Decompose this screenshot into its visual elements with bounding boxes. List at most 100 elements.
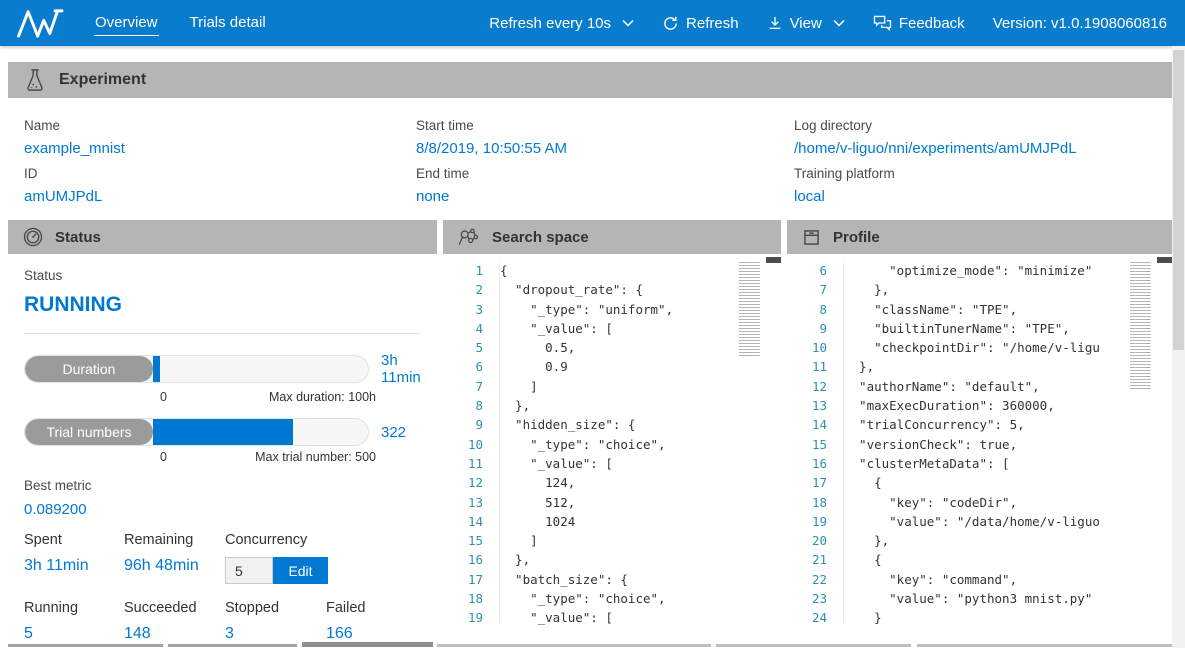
stat-stopped: Stopped 3 [225, 600, 326, 643]
line-number: 22 [787, 570, 827, 589]
bottom-strip-segment [917, 644, 1172, 647]
line-text: "value": "/data/home/v-liguo [827, 512, 1100, 531]
experiment-title: Experiment [59, 71, 146, 89]
editor-scrollbar-thumb[interactable] [766, 257, 781, 263]
line-number: 19 [787, 512, 827, 531]
line-text: { [827, 473, 882, 492]
best-metric-label: Best metric [24, 478, 421, 493]
profile-editor[interactable]: 6 "optimize_mode": "minimize"7 },8 "clas… [787, 254, 1172, 643]
status-panel-body: Status RUNNING Duration 3h 11min 0 Max d… [8, 254, 437, 643]
line-text: "authorName": "default", [827, 377, 1040, 396]
chevron-down-icon [833, 19, 845, 27]
page-scrollbar-thumb[interactable] [1173, 50, 1184, 350]
line-number: 20 [787, 531, 827, 550]
tab-trials-detail[interactable]: Trials detail [189, 10, 267, 36]
duration-axis-min: 0 [160, 390, 167, 404]
duration-value: 3h 11min [381, 352, 421, 386]
line-text: }, [483, 550, 530, 569]
line-text: "_type": "uniform", [483, 300, 673, 319]
duration-bar-label: Duration [25, 356, 153, 382]
code-line: 11 }, [787, 357, 1172, 376]
code-line: 9 "builtinTunerName": "TPE", [787, 319, 1172, 338]
line-text: "value": "python3 mnist.py" [827, 589, 1092, 608]
trial-numbers-bar-fill [153, 419, 293, 445]
search-space-panel-header: Search space [443, 220, 781, 254]
line-number: 7 [443, 377, 483, 396]
line-text: 1024 [483, 512, 575, 531]
code-line: 17 "batch_size": { [443, 570, 781, 589]
stat-label: Succeeded [124, 600, 225, 616]
experiment-fields: Name example_mnist ID amUMJPdL Start tim… [8, 108, 1172, 214]
status-panel-title: Status [55, 229, 101, 246]
line-number: 8 [787, 300, 827, 319]
line-text: "checkpointDir": "/home/v-ligu [827, 338, 1100, 357]
line-text: { [483, 261, 508, 280]
line-text: } [827, 608, 882, 627]
line-number: 18 [787, 493, 827, 512]
field-value: 8/8/2019, 10:50:55 AM [416, 140, 794, 157]
editor-scrollbar-thumb[interactable] [1157, 257, 1172, 263]
panels-row: Status Status RUNNING Duration 3h 11min … [8, 220, 1172, 643]
bottom-strip-segment [302, 642, 433, 647]
edit-button[interactable]: Edit [273, 557, 328, 584]
code-line: 22 "key": "command", [787, 570, 1172, 589]
profile-panel-body: 6 "optimize_mode": "minimize"7 },8 "clas… [787, 254, 1172, 643]
trial-counts-row: Running 5 Succeeded 148 Stopped 3 Failed… [24, 600, 421, 643]
status-panel-header: Status [8, 220, 437, 254]
code-line: 15 ] [443, 531, 781, 550]
page-scrollbar[interactable] [1172, 46, 1185, 648]
line-number: 1 [443, 261, 483, 280]
code-line: 6 "optimize_mode": "minimize" [787, 261, 1172, 280]
line-number: 13 [443, 493, 483, 512]
trial-axis-max: Max trial number: 500 [255, 450, 376, 464]
trial-numbers-value: 322 [381, 424, 406, 441]
stat-value: 3 [225, 625, 326, 643]
line-number: 21 [787, 550, 827, 569]
refresh-interval-dropdown[interactable]: Refresh every 10s [489, 15, 634, 32]
status-panel: Status Status RUNNING Duration 3h 11min … [8, 220, 437, 643]
profile-panel: Profile 6 "optimize_mode": "minimize"7 }… [787, 220, 1172, 643]
line-number: 10 [443, 435, 483, 454]
line-number: 6 [443, 357, 483, 376]
top-navbar: Overview Trials detail Refresh every 10s… [0, 0, 1185, 46]
minimap[interactable] [739, 262, 765, 358]
field-start-time: Start time 8/8/2019, 10:50:55 AM [416, 118, 794, 157]
duration-axis-max: Max duration: 100h [269, 390, 376, 404]
chevron-down-icon [622, 19, 634, 27]
bottom-strip-segment [716, 644, 911, 647]
line-text: "clusterMetaData": [ [827, 454, 1010, 473]
stat-succeeded: Succeeded 148 [124, 600, 225, 643]
tab-overview[interactable]: Overview [94, 10, 159, 36]
search-space-editor[interactable]: 1{2 "dropout_rate": {3 "_type": "uniform… [443, 254, 781, 643]
line-text: }, [483, 396, 530, 415]
refresh-button[interactable]: Refresh [662, 15, 739, 32]
field-value: example_mnist [24, 140, 416, 157]
duration-bar: Duration 3h 11min [24, 352, 421, 386]
view-dropdown[interactable]: View [767, 15, 845, 32]
code-line: 14 1024 [443, 512, 781, 531]
nni-logo-icon [16, 7, 68, 39]
line-text: 512, [483, 493, 575, 512]
minimap[interactable] [1130, 262, 1156, 390]
line-number: 17 [443, 570, 483, 589]
nav-tabs: Overview Trials detail [94, 10, 267, 36]
stat-remaining: Remaining 96h 48min [124, 532, 225, 584]
line-number: 17 [787, 473, 827, 492]
field-value: none [416, 188, 794, 205]
bottom-strip-segment [437, 644, 711, 647]
concurrency-input[interactable] [225, 557, 273, 584]
line-text: "batch_size": { [483, 570, 628, 589]
duration-bar-fill [153, 356, 160, 382]
field-value: /home/v-liguo/nni/experiments/amUMJPdL [794, 140, 1156, 157]
code-line: 12 124, [443, 473, 781, 492]
code-line: 6 0.9 [443, 357, 781, 376]
view-label: View [790, 15, 822, 32]
navbar-right-group: Refresh every 10s Refresh [489, 15, 1167, 32]
field-value: local [794, 188, 1156, 205]
code-line: 2 "dropout_rate": { [443, 280, 781, 299]
line-number: 3 [443, 300, 483, 319]
stat-label: Remaining [124, 532, 225, 548]
feedback-link[interactable]: Feedback [873, 15, 965, 32]
refresh-interval-label: Refresh every 10s [489, 15, 611, 32]
line-number: 14 [787, 415, 827, 434]
